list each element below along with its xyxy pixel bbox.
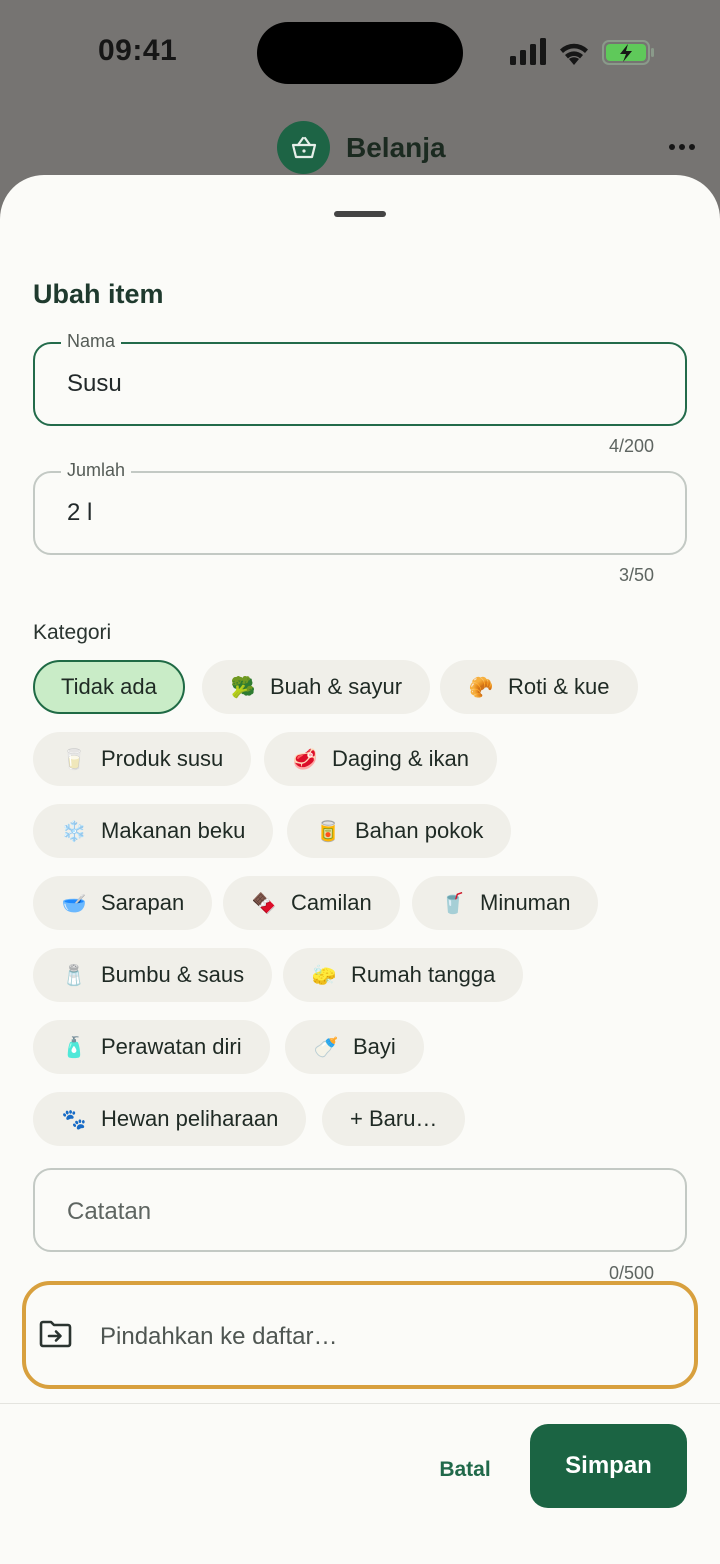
broccoli-icon: 🥦 <box>230 676 256 699</box>
salt-shaker-icon: 🧂 <box>61 964 87 987</box>
chip-label: Perawatan diri <box>101 1034 242 1059</box>
app-title: Belanja <box>346 132 446 163</box>
category-chip-pantry[interactable]: 🥫 Bahan pokok <box>287 804 512 858</box>
lotion-bottle-icon: 🧴 <box>61 1036 87 1059</box>
chip-label: Bahan pokok <box>355 818 484 843</box>
chip-label: Minuman <box>480 890 571 915</box>
category-label: Kategori <box>33 621 112 644</box>
more-options-button[interactable] <box>660 132 704 162</box>
name-field-label: Nama <box>61 331 122 352</box>
battery-icon <box>602 40 654 65</box>
chip-label: Roti & kue <box>508 674 610 699</box>
wifi-icon <box>560 43 588 65</box>
snowflake-icon: ❄️ <box>61 820 87 843</box>
paw-prints-icon: 🐾 <box>61 1108 87 1131</box>
sponge-icon: 🧽 <box>311 964 337 987</box>
category-chip-baby[interactable]: 🍼 Bayi <box>285 1020 424 1074</box>
dynamic-island <box>257 22 463 84</box>
edit-item-sheet: Ubah item Nama Susu 4/200 Jumlah 2 l 3/5… <box>0 175 720 1564</box>
chip-label: Rumah tangga <box>351 962 496 987</box>
chip-label: Hewan peliharaan <box>101 1106 279 1131</box>
dot-icon <box>689 144 695 150</box>
signal-icon <box>510 38 546 65</box>
drag-handle[interactable] <box>334 211 386 217</box>
drink-cup-icon: 🥤 <box>440 892 466 915</box>
move-to-list-field[interactable]: Pindahkan ke daftar… <box>22 1281 698 1389</box>
category-chip-bakery[interactable]: 🥐 Roti & kue <box>440 660 638 714</box>
category-chip-frozen[interactable]: ❄️ Makanan beku <box>33 804 274 858</box>
category-chip-dairy[interactable]: 🥛 Produk susu <box>33 732 252 786</box>
chip-label: Buah & sayur <box>270 674 403 699</box>
chip-label: Bumbu & saus <box>101 962 245 987</box>
quantity-counter: 3/50 <box>618 565 654 585</box>
category-chip-produce[interactable]: 🥦 Buah & sayur <box>202 660 431 714</box>
quantity-field-value[interactable]: 2 l <box>67 499 92 527</box>
name-field-value[interactable]: Susu <box>67 370 122 398</box>
cancel-button[interactable]: Batal <box>420 1455 510 1485</box>
move-to-list-placeholder: Pindahkan ke daftar… <box>100 1323 338 1350</box>
category-chip-breakfast[interactable]: 🥣 Sarapan <box>33 876 213 930</box>
quantity-field-label: Jumlah <box>61 460 132 481</box>
status-time: 09:41 <box>98 34 178 67</box>
chip-label: + Baru… <box>350 1106 438 1131</box>
dot-icon <box>669 144 675 150</box>
notes-field[interactable]: Catatan <box>33 1168 687 1252</box>
dot-icon <box>679 144 685 150</box>
chip-label: Bayi <box>353 1034 396 1059</box>
bowl-icon: 🥣 <box>61 892 87 915</box>
baby-bottle-icon: 🍼 <box>313 1036 339 1059</box>
move-to-folder-icon <box>39 1320 72 1348</box>
save-button[interactable]: Simpan <box>530 1424 687 1508</box>
sheet-title: Ubah item <box>33 279 164 309</box>
category-chip-none[interactable]: Tidak ada <box>33 660 185 714</box>
milk-glass-icon: 🥛 <box>61 748 87 771</box>
chip-label: Sarapan <box>101 890 185 915</box>
chip-label: Tidak ada <box>61 674 157 699</box>
chip-label: Produk susu <box>101 746 224 771</box>
app-logo <box>277 121 330 174</box>
name-counter: 4/200 <box>608 436 654 456</box>
category-chip-snacks[interactable]: 🍫 Camilan <box>223 876 400 930</box>
meat-icon: 🥩 <box>292 748 318 771</box>
chip-label: Makanan beku <box>101 818 246 843</box>
name-field[interactable]: Nama Susu <box>33 331 687 426</box>
croissant-icon: 🥐 <box>468 676 494 699</box>
category-chip-meat[interactable]: 🥩 Daging & ikan <box>264 732 497 786</box>
category-chip-personal-care[interactable]: 🧴 Perawatan diri <box>33 1020 270 1074</box>
status-icons <box>510 38 654 65</box>
footer-divider <box>0 1403 720 1404</box>
chip-label: Daging & ikan <box>332 746 469 771</box>
category-chip-drinks[interactable]: 🥤 Minuman <box>412 876 599 930</box>
quantity-field[interactable]: Jumlah 2 l <box>33 460 687 555</box>
add-category-chip[interactable]: + Baru… <box>322 1092 466 1146</box>
chocolate-icon: 🍫 <box>251 892 277 915</box>
category-chip-household[interactable]: 🧽 Rumah tangga <box>283 948 524 1002</box>
basket-icon <box>291 136 316 158</box>
category-chip-pets[interactable]: 🐾 Hewan peliharaan <box>33 1092 307 1146</box>
category-chip-condiments[interactable]: 🧂 Bumbu & saus <box>33 948 273 1002</box>
can-icon: 🥫 <box>315 820 341 843</box>
chip-label: Camilan <box>291 890 372 915</box>
notes-placeholder: Catatan <box>67 1198 152 1225</box>
